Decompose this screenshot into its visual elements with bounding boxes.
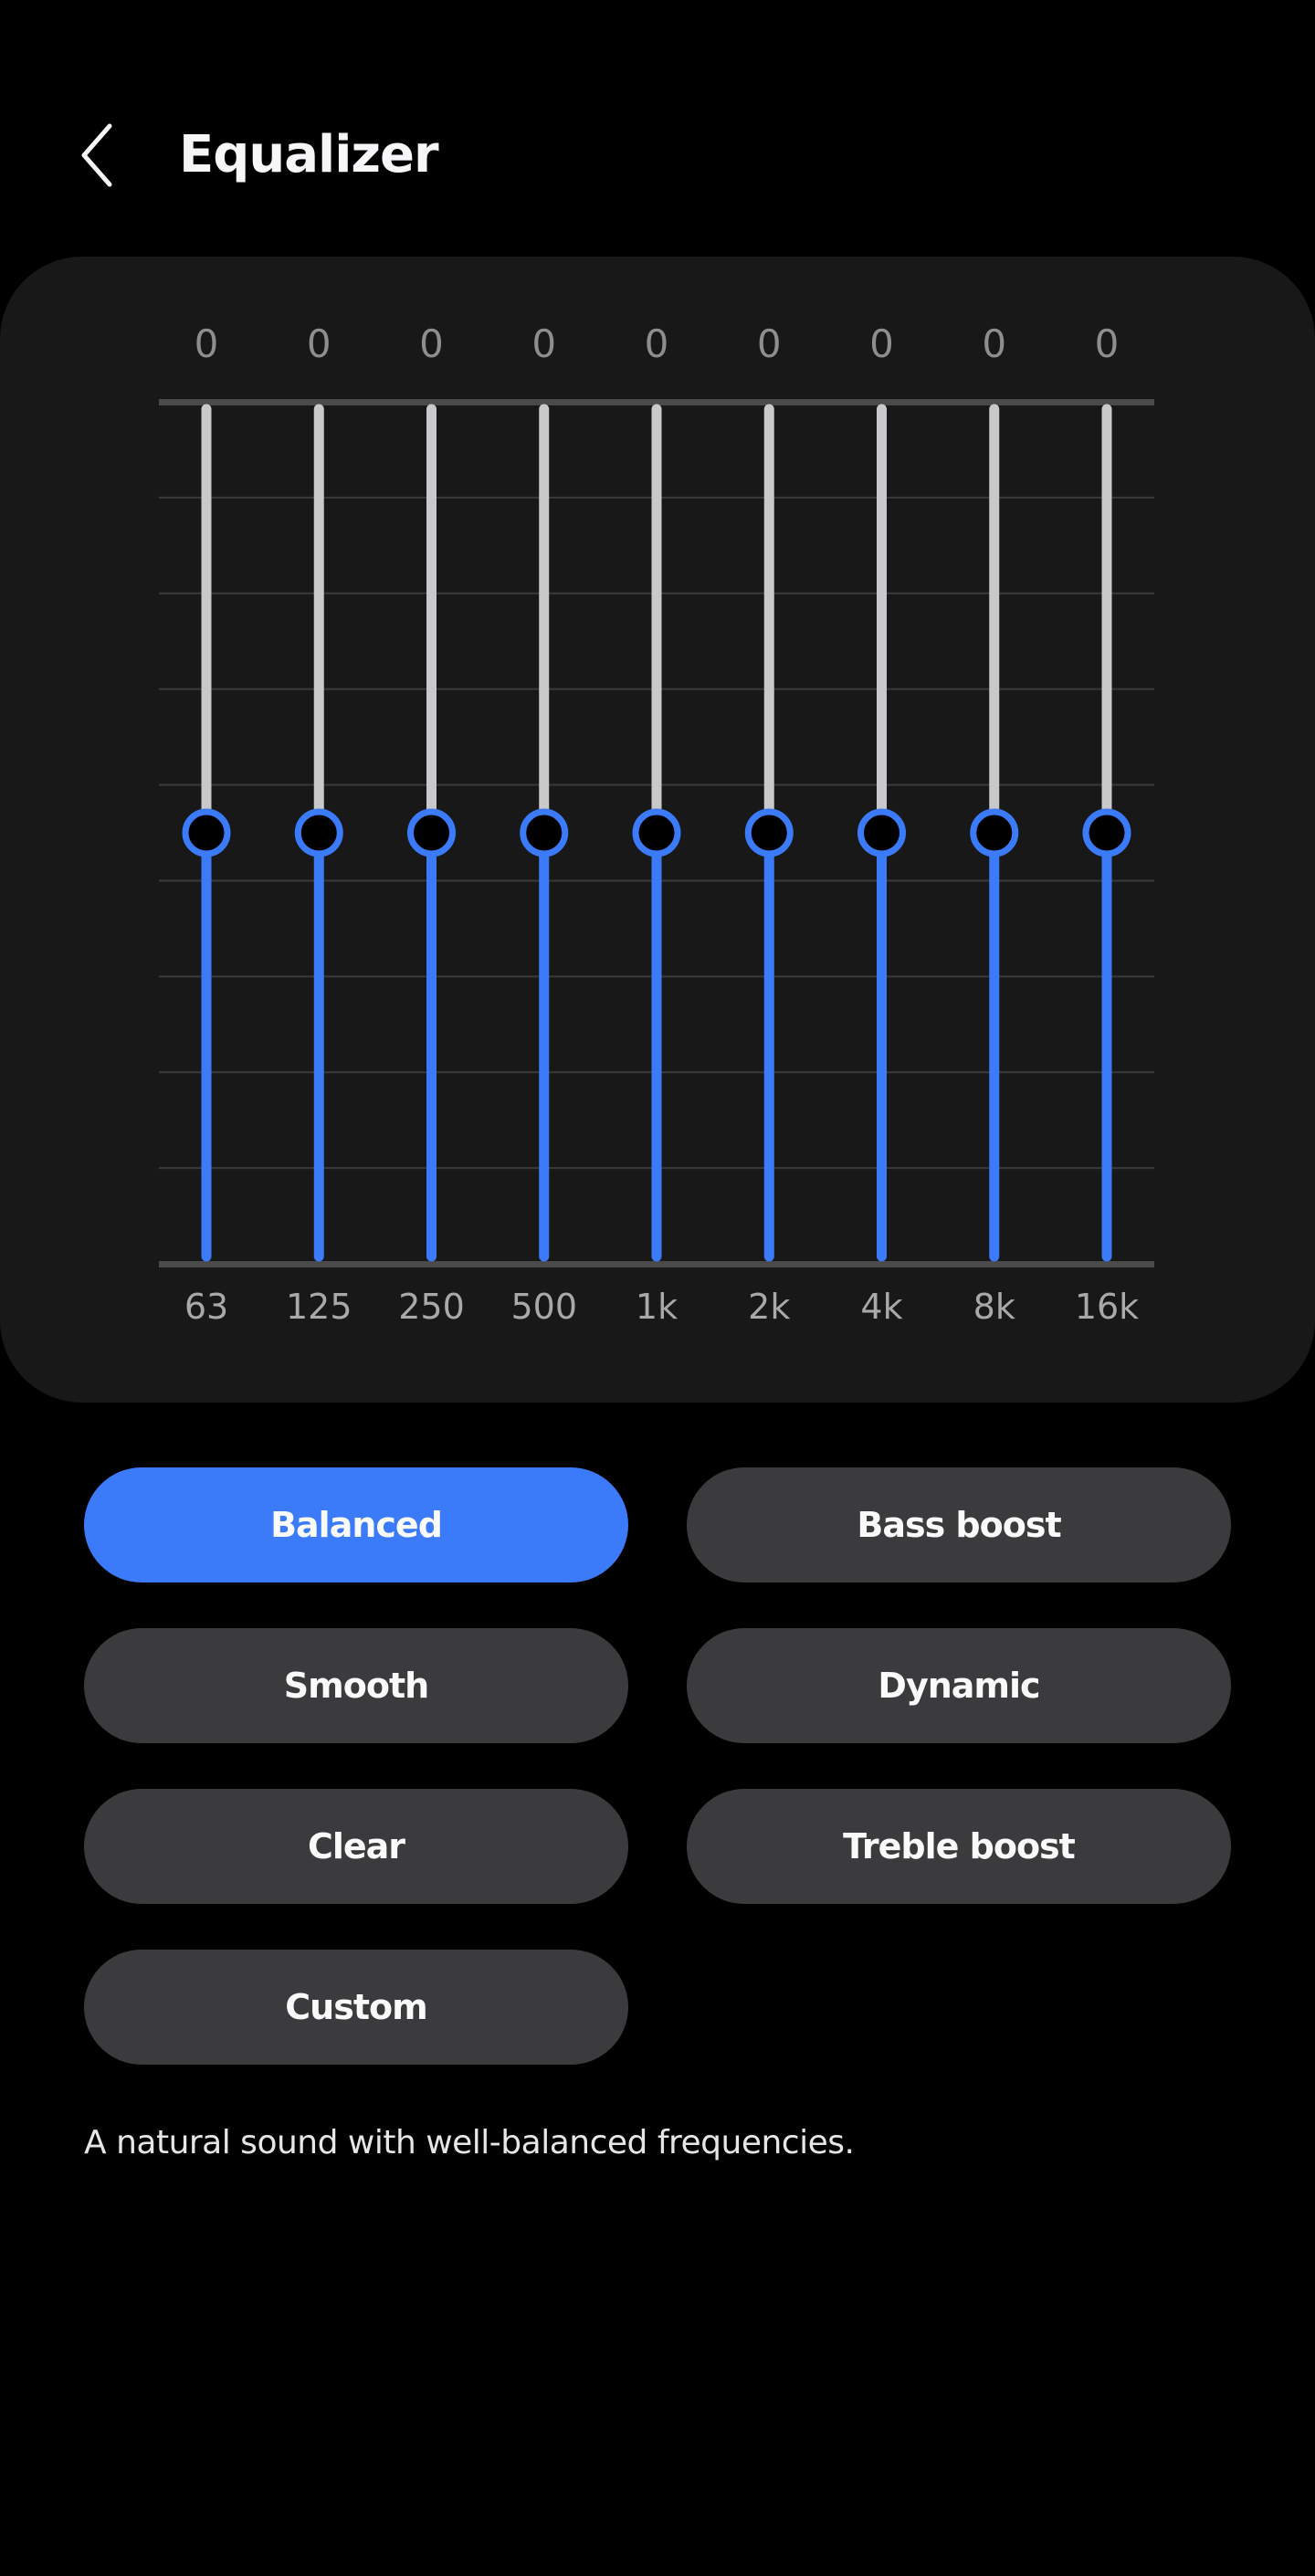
equalizer-chart: 0 63 0 125 0 250 0 500 0 1k 0 2k 0 4k 0 8k 0 16k	[159, 321, 1154, 1327]
preset-description: A natural sound with well-balanced frequ…	[84, 2124, 855, 2161]
slider-knob-63[interactable]	[182, 808, 231, 857]
value-label: 0	[982, 321, 1006, 366]
value-label: 0	[1095, 321, 1120, 366]
slider-knob-8k[interactable]	[970, 808, 1019, 857]
frequency-label: 500	[510, 1287, 577, 1327]
preset-treble-boost[interactable]: Treble boost	[687, 1789, 1231, 1904]
value-label: 0	[531, 321, 556, 366]
preset-balanced[interactable]: Balanced	[84, 1467, 628, 1582]
frequency-label: 250	[398, 1287, 465, 1327]
preset-clear[interactable]: Clear	[84, 1789, 628, 1904]
page-title: Equalizer	[179, 125, 439, 184]
preset-grid: Balanced Bass boost Smooth Dynamic Clear…	[84, 1467, 1231, 2065]
back-button[interactable]	[64, 119, 137, 192]
frequency-label: 4k	[860, 1287, 902, 1327]
value-label: 0	[419, 321, 444, 366]
axis-bottom	[159, 1261, 1154, 1267]
slider-knob-500[interactable]	[520, 808, 569, 857]
value-label: 0	[869, 321, 894, 366]
value-label: 0	[757, 321, 782, 366]
preset-bass-boost[interactable]: Bass boost	[687, 1467, 1231, 1582]
slider-knob-16k[interactable]	[1082, 808, 1131, 857]
frequency-label: 16k	[1075, 1287, 1139, 1327]
value-label: 0	[645, 321, 669, 366]
frequency-label: 8k	[973, 1287, 1015, 1327]
slider-knob-1k[interactable]	[632, 808, 681, 857]
preset-custom[interactable]: Custom	[84, 1950, 628, 2065]
preset-smooth[interactable]: Smooth	[84, 1628, 628, 1743]
value-label: 0	[307, 321, 331, 366]
value-label: 0	[195, 321, 219, 366]
frequency-label: 125	[286, 1287, 352, 1327]
slider-knob-4k[interactable]	[857, 808, 906, 857]
frequency-label: 63	[184, 1287, 228, 1327]
slider-knob-125[interactable]	[294, 808, 343, 857]
slider-knob-250[interactable]	[407, 808, 456, 857]
frequency-label: 2k	[748, 1287, 790, 1327]
slider-knob-2k[interactable]	[744, 808, 794, 857]
equalizer-card: 0 63 0 125 0 250 0 500 0 1k 0 2k 0 4k 0 8k 0 16k	[0, 257, 1315, 1403]
preset-dynamic[interactable]: Dynamic	[687, 1628, 1231, 1743]
header: Equalizer	[0, 100, 1315, 210]
chevron-left-icon	[81, 123, 112, 187]
frequency-label: 1k	[636, 1287, 678, 1327]
